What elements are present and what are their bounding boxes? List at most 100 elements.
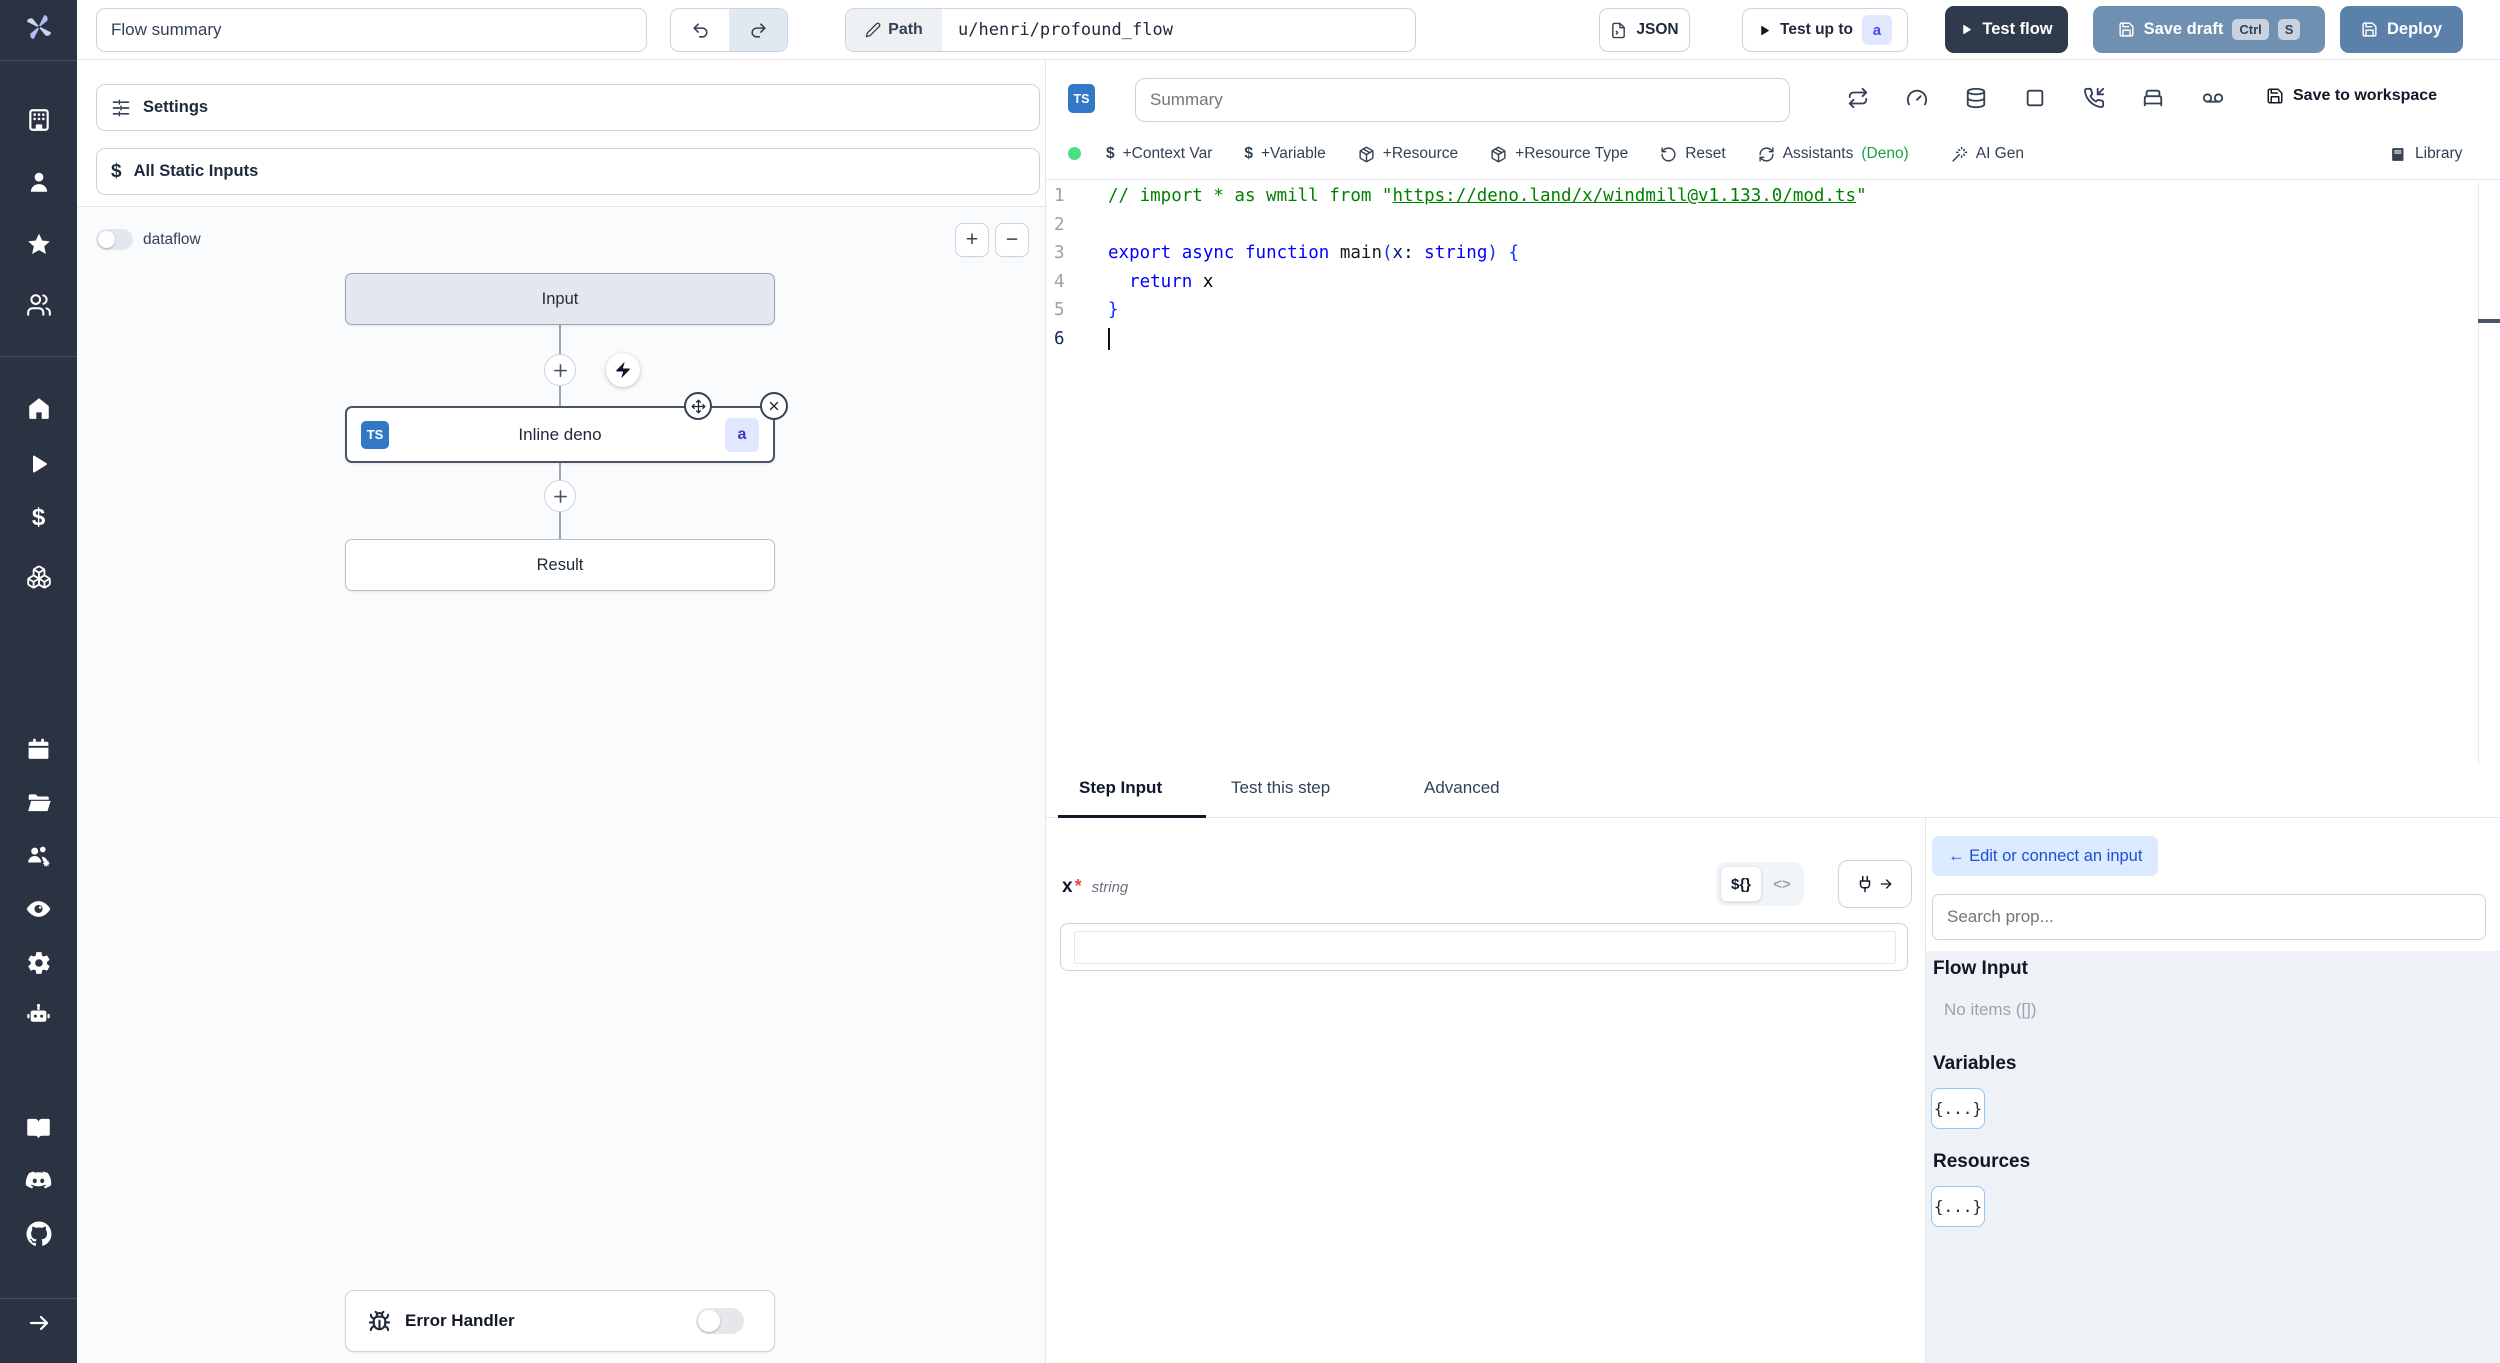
github-icon[interactable] [0,1221,77,1247]
kbd-s: S [2277,19,2301,40]
edit-path-button[interactable]: Path [846,9,942,51]
add-resource-type-button[interactable]: +Resource Type [1490,145,1628,163]
static-inputs-label: All Static Inputs [133,162,259,180]
folders-icon[interactable] [0,790,77,816]
flow-input-node[interactable]: Input [345,273,775,325]
expr-mode-button[interactable]: ${} [1720,866,1762,902]
code-editor[interactable]: 1// import * as wmill from "https://deno… [1046,182,2478,765]
test-up-to-button[interactable]: Test up to a [1742,8,1908,52]
windmill-logo-icon[interactable] [0,10,77,44]
dataflow-label: dataflow [143,231,201,248]
add-resource-button[interactable]: +Resource [1358,145,1458,163]
save-to-workspace-button[interactable]: Save to workspace [2266,87,2437,105]
discord-icon[interactable] [0,1168,77,1195]
schedules-icon[interactable] [0,737,77,762]
user-icon[interactable] [0,169,77,195]
save-icon [2118,22,2134,37]
phone-incoming-icon[interactable] [2083,87,2105,109]
flow-summary-input[interactable] [96,8,647,52]
audit-logs-icon[interactable] [0,896,77,923]
add-step-button-1[interactable] [544,354,576,386]
trigger-button[interactable] [606,353,640,387]
test-flow-button[interactable]: Test flow [1945,6,2068,53]
edit-or-connect-button[interactable]: ← Edit or connect an input [1932,836,2159,876]
field-value-inner-editor[interactable] [1074,931,1896,964]
tab-step-input[interactable]: Step Input [1079,778,1162,798]
sidebar: $ [0,0,77,1363]
expand-icon[interactable] [0,1311,77,1335]
zoom-out-button[interactable]: − [995,223,1029,257]
undo-button[interactable] [671,9,729,51]
editor-toolbar: $ +Context Var $ +Variable +Resource +Reso… [1106,130,2024,178]
error-handler-toggle[interactable] [696,1308,744,1334]
save-draft-label: Save draft [2143,20,2224,38]
dataflow-toggle[interactable] [96,229,133,250]
active-tab-underline [1058,815,1206,818]
json-button[interactable]: JSON [1599,8,1690,52]
docs-icon[interactable] [0,1116,77,1143]
code-line: 1// import * as wmill from "https://deno… [1054,186,1867,206]
flow-settings-button[interactable]: Settings [96,84,1040,131]
ai-gen-button[interactable]: AI Gen [1951,145,2024,163]
mock-square-icon[interactable] [2024,87,2046,109]
groups-icon[interactable] [0,843,77,869]
error-handler-node[interactable]: Error Handler [345,1290,775,1352]
error-handler-label: Error Handler [405,1311,515,1330]
add-step-button-2[interactable] [544,480,576,512]
workspace-icon[interactable] [0,107,77,133]
cursor-position-mark [2478,319,2500,323]
move-step-button[interactable] [684,392,712,420]
file-json-icon [1612,22,1626,38]
field-name: x [1062,876,1073,897]
favorites-icon[interactable] [0,231,77,257]
all-static-inputs-button[interactable]: $ All Static Inputs [96,148,1040,195]
tab-test-this-step[interactable]: Test this step [1231,778,1330,798]
code-mode-button[interactable]: <> [1764,876,1800,893]
resources-object-chip[interactable]: {...} [1931,1186,1985,1227]
path-label: Path [888,21,923,38]
cache-database-icon[interactable] [1965,87,1987,109]
flow-result-node[interactable]: Result [345,539,775,591]
summary-input[interactable] [1135,78,1790,122]
variables-object-chip[interactable]: {...} [1931,1088,1985,1129]
assistants-lang: (Deno) [1861,145,1909,162]
add-context-var-button[interactable]: $ +Context Var [1106,145,1212,163]
reset-button[interactable]: Reset [1660,145,1726,163]
path-value[interactable]: u/henri/profound_flow [942,9,1415,51]
search-prop-input[interactable] [1932,894,2486,940]
perpetual-voicemail-icon[interactable] [2201,87,2225,109]
step-id-badge: a [725,417,759,452]
runs-icon[interactable] [0,452,77,476]
field-value-input[interactable] [1060,923,1908,971]
close-icon [769,401,779,411]
retry-icon[interactable] [1847,87,1869,109]
ai-worker-icon[interactable] [0,1002,77,1029]
step-node-inline-deno[interactable]: TS Inline deno a [345,406,775,463]
delete-step-button[interactable] [760,392,788,420]
save-draft-button[interactable]: Save draft Ctrl S [2093,6,2325,53]
worker-settings-icon[interactable] [0,950,77,976]
path-group: Path u/henri/profound_flow [845,8,1416,52]
toggle-knob [98,231,115,248]
deploy-button[interactable]: Deploy [2340,6,2463,53]
early-stop-gauge-icon[interactable] [1906,87,1928,109]
resources-icon[interactable] [0,564,77,590]
zoom-in-button[interactable]: + [955,223,989,257]
assistants-button[interactable]: Assistants (Deno) [1758,145,1909,163]
tab-advanced[interactable]: Advanced [1424,778,1500,798]
move-icon [691,399,705,413]
editor-overview-ruler[interactable] [2478,182,2500,765]
redo-button[interactable] [729,9,787,51]
add-variable-button[interactable]: $ +Variable [1244,145,1325,163]
home-icon[interactable] [0,395,77,421]
plus-icon [553,363,567,377]
code-line: 2 [1054,214,1065,235]
variables-icon[interactable]: $ [0,505,77,531]
flow-input-empty: No items ([]) [1944,1000,2037,1019]
sleep-bed-icon[interactable] [2142,87,2164,109]
user-groups-icon[interactable] [0,292,77,318]
connect-input-button[interactable] [1838,860,1912,908]
step-config-icons [1847,87,2225,109]
input-node-label: Input [541,289,579,308]
library-button[interactable]: Library [2390,145,2462,163]
